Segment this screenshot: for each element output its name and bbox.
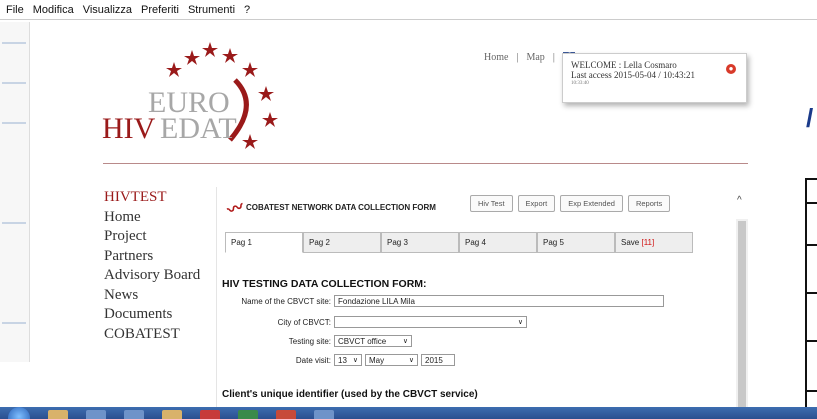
logout-icon[interactable]: ● (726, 64, 736, 74)
testing-site-label: Testing site: (288, 336, 331, 346)
session-time: 10:33:40 (571, 81, 589, 86)
left-thumbnail-strip (0, 22, 30, 362)
taskbar-explorer-icon[interactable] (48, 410, 68, 419)
red-ribbon-icon: 〰 (225, 198, 247, 221)
date-year-input[interactable]: 2015 (421, 354, 455, 366)
hiv-test-button[interactable]: Hiv Test (470, 195, 513, 212)
top-button-group: Hiv Test Export Exp Extended Reports (470, 195, 675, 212)
right-edge-table (805, 178, 817, 419)
home-link[interactable]: Home (484, 52, 508, 63)
tab-pag-5[interactable]: Pag 5 (537, 232, 615, 253)
nav-project[interactable]: Project (104, 227, 200, 247)
client-id-title: Client's unique identifier (used by the … (222, 389, 478, 400)
date-row: Date visit: 13 ∨ May ∨ 2015 (217, 354, 455, 366)
scroll-up-icon[interactable]: ^ (737, 195, 742, 206)
welcome-user: WELCOME : Lella Cosmaro (571, 60, 677, 70)
chevron-down-icon: ∨ (408, 356, 414, 364)
nav-cobatest[interactable]: COBATEST (104, 325, 200, 345)
logo-text-hiv: HIV (102, 112, 156, 145)
date-day-select[interactable]: 13 ∨ (334, 354, 362, 366)
main-nav: HIVTEST Home Project Partners Advisory B… (104, 188, 200, 344)
city-row: City of CBVCT: ∨ (217, 316, 530, 328)
header-divider (103, 163, 748, 164)
tab-pag-2[interactable]: Pag 2 (303, 232, 381, 253)
site-label: Name of the CBVCT site: (241, 296, 331, 306)
scrollbar-thumb[interactable] (738, 221, 746, 418)
menu-modifica[interactable]: Modifica (33, 4, 74, 16)
site-row: Name of the CBVCT site: Fondazione LILA … (217, 295, 664, 307)
exp-extended-button[interactable]: Exp Extended (560, 195, 623, 212)
tab-pag-4[interactable]: Pag 4 (459, 232, 537, 253)
save-count-badge: [11] (641, 238, 655, 247)
taskbar-app-icon[interactable] (86, 410, 106, 419)
city-select[interactable]: ∨ (334, 316, 527, 328)
taskbar-ppt-icon[interactable] (276, 410, 296, 419)
menu-preferiti[interactable]: Preferiti (141, 4, 179, 16)
map-link[interactable]: Map (526, 52, 544, 63)
site-name-input[interactable]: Fondazione LILA Mila (334, 295, 664, 307)
taskbar (0, 407, 817, 419)
export-button[interactable]: Export (517, 195, 556, 212)
chevron-down-icon: ∨ (517, 318, 523, 326)
start-button[interactable] (8, 407, 30, 419)
nav-news[interactable]: News (104, 286, 200, 306)
welcome-box: WELCOME : Lella Cosmaro Last access 2015… (562, 53, 747, 103)
tab-pag-3[interactable]: Pag 3 (381, 232, 459, 253)
taskbar-folder-icon[interactable] (162, 410, 182, 419)
nav-documents[interactable]: Documents (104, 305, 200, 325)
eurohivedat-logo[interactable]: EURO HIV EDAT (100, 40, 290, 160)
nav-advisory-board[interactable]: Advisory Board (104, 266, 200, 286)
logo-text-edat: EDAT (160, 112, 237, 145)
city-label: City of CBVCT: (277, 317, 331, 327)
form-title: HIV TESTING DATA COLLECTION FORM: (222, 278, 427, 290)
testing-site-row: Testing site: CBVCT office ∨ (217, 335, 415, 347)
taskbar-word-icon[interactable] (314, 410, 334, 419)
menu-file[interactable]: File (6, 4, 24, 16)
chevron-down-icon: ∨ (352, 356, 358, 364)
nav-hivtest[interactable]: HIVTEST (104, 188, 200, 208)
menu-bar: File Modifica Visualizza Preferiti Strum… (0, 0, 817, 20)
tab-save[interactable]: Save [11] (615, 232, 693, 253)
menu-help[interactable]: ? (244, 4, 250, 16)
chevron-down-icon: ∨ (402, 337, 408, 345)
nav-partners[interactable]: Partners (104, 247, 200, 267)
tab-pag-1[interactable]: Pag 1 (225, 232, 303, 253)
taskbar-app-icon[interactable] (124, 410, 144, 419)
form-panel: 〰 COBATEST NETWORK DATA COLLECTION FORM … (216, 187, 748, 419)
menu-strumenti[interactable]: Strumenti (188, 4, 235, 16)
page-tabs: Pag 1 Pag 2 Pag 3 Pag 4 Pag 5 Save [11] (225, 232, 693, 253)
date-month-select[interactable]: May ∨ (365, 354, 418, 366)
form-header: 〰 COBATEST NETWORK DATA COLLECTION FORM (225, 195, 436, 220)
nav-home[interactable]: Home (104, 208, 200, 228)
last-access: Last access 2015-05-04 / 10:43:21 (571, 70, 695, 80)
menu-visualizza[interactable]: Visualizza (83, 4, 132, 16)
reports-button[interactable]: Reports (627, 195, 671, 212)
date-label: Date visit: (295, 355, 331, 365)
taskbar-pdf-icon[interactable] (200, 410, 220, 419)
right-edge-fragment: / (806, 103, 814, 133)
taskbar-excel-icon[interactable] (238, 410, 258, 419)
form-header-title: COBATEST NETWORK DATA COLLECTION FORM (246, 202, 436, 212)
testing-site-select[interactable]: CBVCT office ∨ (334, 335, 412, 347)
